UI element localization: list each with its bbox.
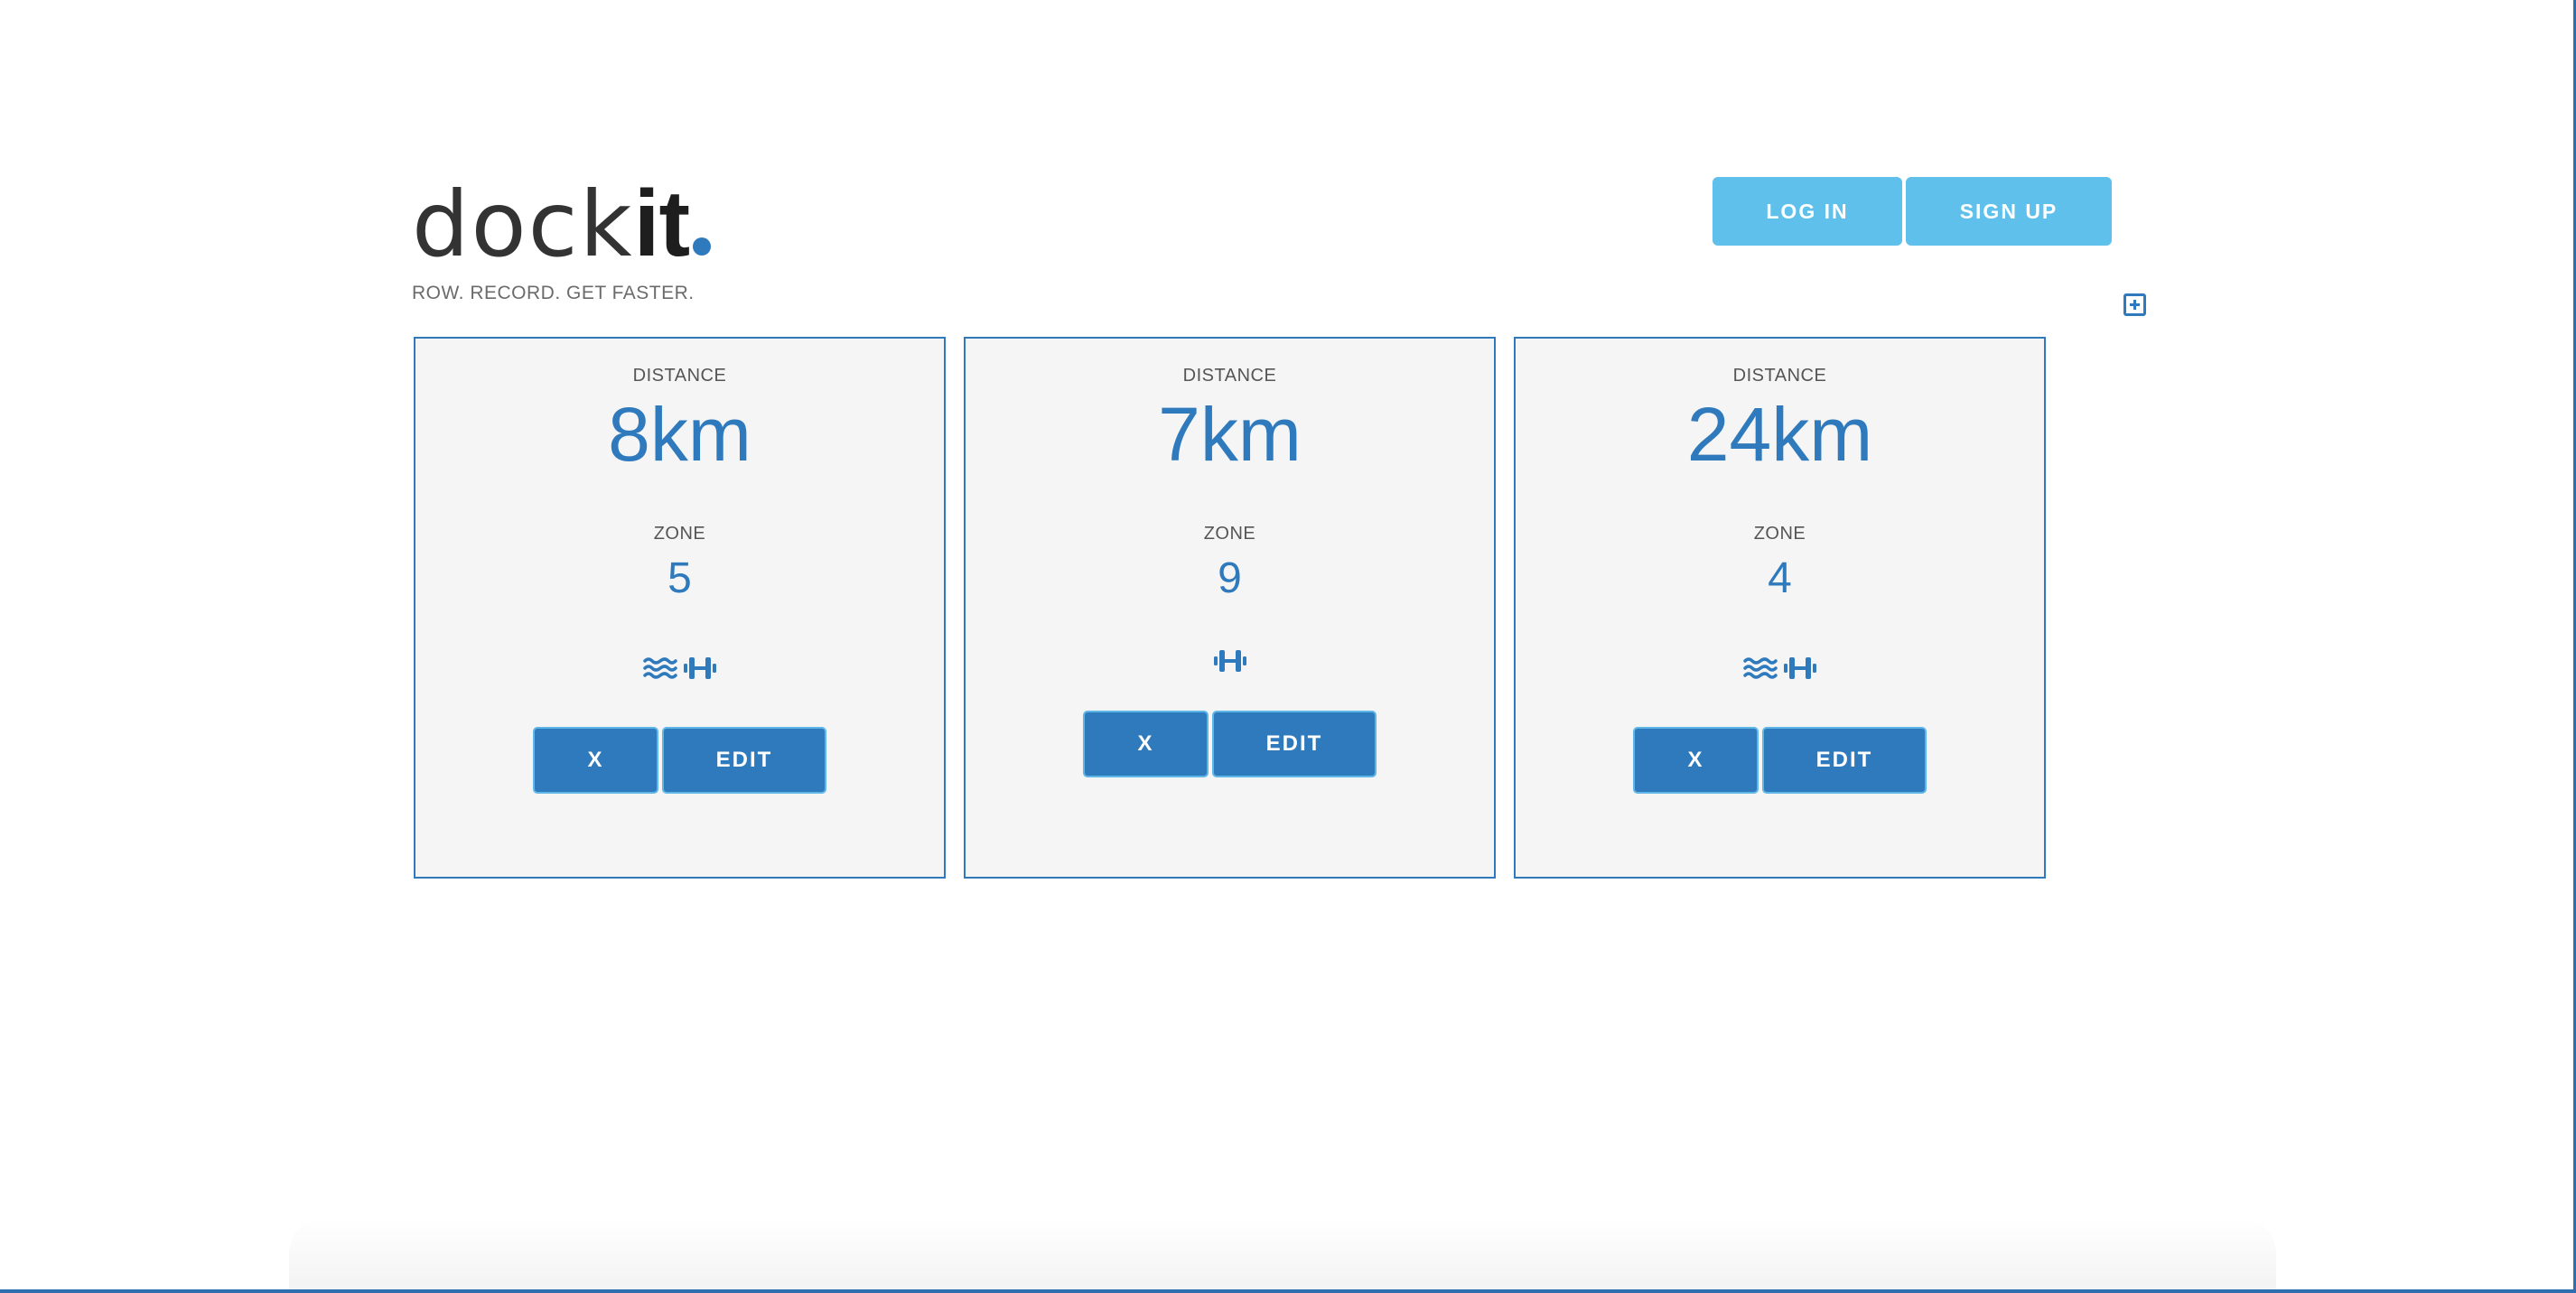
- dumbbell-icon: [1213, 647, 1247, 674]
- distance-value: 7km: [1158, 392, 1302, 477]
- distance-label: DISTANCE: [1732, 366, 1827, 386]
- zone-label: ZONE: [653, 524, 706, 544]
- zone-value: 9: [1218, 554, 1242, 602]
- card-actions: X EDIT: [1516, 727, 2044, 794]
- workout-card: DISTANCE 8km ZONE 5 X EDIT: [414, 337, 946, 879]
- edit-button[interactable]: EDIT: [1212, 711, 1377, 777]
- workout-cards: DISTANCE 8km ZONE 5 X EDIT DISTANCE 7km …: [414, 337, 2046, 879]
- workout-card: DISTANCE 24km ZONE 4 X EDIT: [1514, 337, 2046, 879]
- delete-button[interactable]: X: [533, 727, 658, 794]
- logo-wordmark-light: dock: [412, 172, 634, 277]
- delete-button[interactable]: X: [1083, 711, 1209, 777]
- workout-card: DISTANCE 7km ZONE 9 X EDIT: [964, 337, 1496, 879]
- card-actions: X EDIT: [415, 727, 944, 794]
- edit-button[interactable]: EDIT: [1762, 727, 1927, 794]
- workout-type-icons: [966, 647, 1494, 674]
- distance-label: DISTANCE: [1182, 366, 1277, 386]
- delete-button[interactable]: X: [1633, 727, 1759, 794]
- plus-square-icon[interactable]: [2123, 293, 2146, 316]
- dumbbell-icon: [683, 655, 717, 682]
- sign-up-button[interactable]: SIGN UP: [1906, 177, 2112, 246]
- workout-type-icons: [415, 655, 944, 682]
- water-waves-icon: [1742, 655, 1778, 682]
- logo-tagline: ROW. RECORD. GET FASTER.: [412, 283, 695, 303]
- logo-wordmark-bold: it: [633, 172, 691, 276]
- zone-value: 4: [1768, 554, 1792, 602]
- distance-label: DISTANCE: [632, 366, 727, 386]
- page: dockit ROW. RECORD. GET FASTER. LOG IN S…: [0, 0, 2576, 1293]
- window-edge-bottom: [0, 1289, 2576, 1293]
- zone-label: ZONE: [1203, 524, 1256, 544]
- auth-buttons: LOG IN SIGN UP: [1713, 177, 2112, 246]
- log-in-button[interactable]: LOG IN: [1713, 177, 1902, 246]
- water-waves-icon: [642, 655, 677, 682]
- edit-button[interactable]: EDIT: [662, 727, 826, 794]
- bottom-shadow: [289, 1217, 2276, 1289]
- zone-label: ZONE: [1753, 524, 1806, 544]
- logo-wordmark: dockit: [412, 177, 737, 271]
- workout-type-icons: [1516, 655, 2044, 682]
- logo-dot: [693, 237, 712, 256]
- distance-value: 8km: [608, 392, 751, 477]
- dumbbell-icon: [1783, 655, 1817, 682]
- distance-value: 24km: [1686, 392, 1873, 477]
- zone-value: 5: [667, 554, 692, 602]
- card-actions: X EDIT: [966, 711, 1494, 777]
- brand-logo[interactable]: dockit ROW. RECORD. GET FASTER.: [412, 177, 737, 304]
